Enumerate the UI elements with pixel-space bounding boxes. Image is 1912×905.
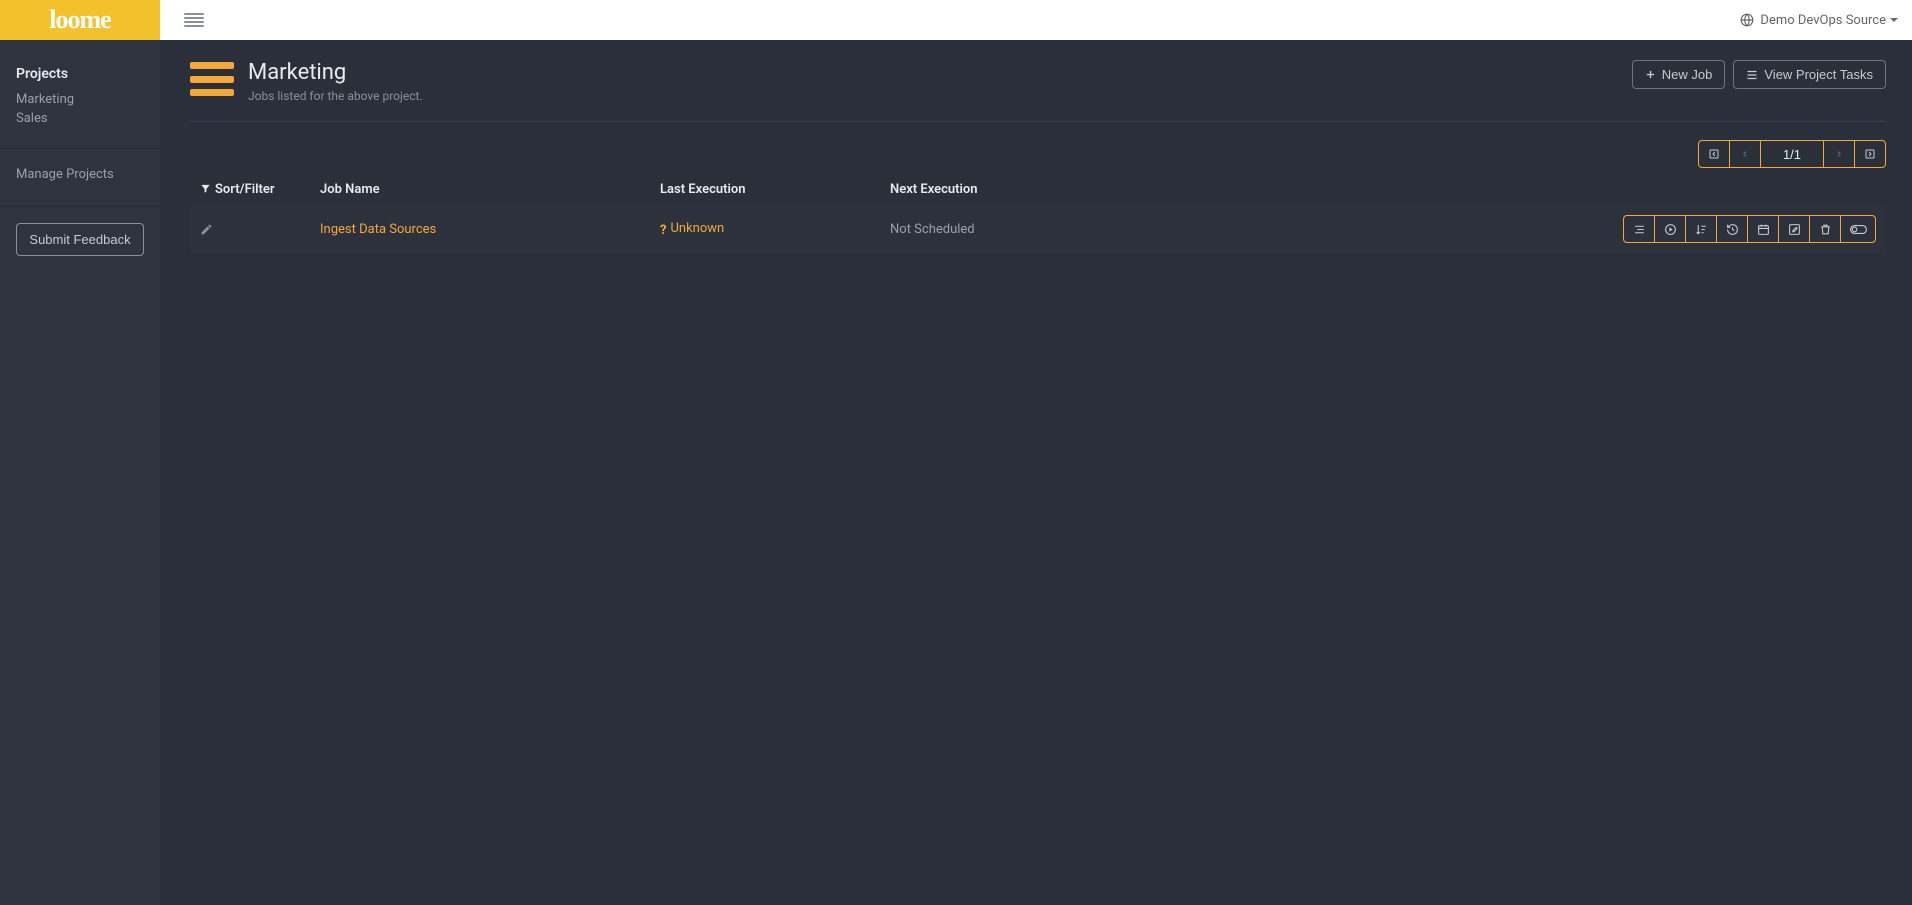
row-actions-cell — [1110, 205, 1886, 253]
history-icon — [1726, 223, 1739, 236]
page-header: Marketing Jobs listed for the above proj… — [190, 60, 1886, 122]
column-sort-filter[interactable]: Sort/Filter — [190, 174, 310, 205]
job-name-link[interactable]: Ingest Data Sources — [320, 222, 436, 237]
view-tasks-label: View Project Tasks — [1764, 67, 1873, 82]
calendar-icon — [1757, 223, 1770, 236]
topbar: loome Demo DevOps Source — [0, 0, 1912, 40]
sidebar-item-marketing[interactable]: Marketing — [0, 90, 160, 109]
edit-square-icon — [1788, 223, 1801, 236]
table-row: Ingest Data Sources ? Unknown Not Schedul… — [190, 205, 1886, 253]
pager-first-button[interactable] — [1698, 140, 1730, 168]
new-job-label: New Job — [1662, 67, 1713, 82]
pager-prev-button[interactable] — [1729, 140, 1761, 168]
toggle-icon — [1850, 223, 1867, 236]
row-actions — [1624, 215, 1876, 243]
view-project-tasks-button[interactable]: View Project Tasks — [1733, 60, 1886, 89]
brand-logo[interactable]: loome — [0, 0, 160, 40]
edit-button[interactable] — [1778, 215, 1810, 243]
tasks-icon — [1633, 223, 1646, 236]
sidebar-heading: Projects — [0, 66, 160, 90]
next-execution-cell: Not Scheduled — [880, 205, 1110, 253]
pager-page-display[interactable]: 1/1 — [1760, 140, 1824, 168]
project-bars-icon — [190, 62, 234, 96]
last-execution-value: Unknown — [670, 221, 724, 236]
question-icon: ? — [660, 223, 666, 238]
column-actions — [1110, 174, 1886, 205]
source-label: Demo DevOps Source — [1760, 13, 1886, 28]
page-subtitle: Jobs listed for the above project. — [248, 89, 423, 103]
schedule-button[interactable] — [1747, 215, 1779, 243]
play-circle-icon — [1664, 223, 1677, 236]
brand-name: loome — [49, 5, 110, 35]
last-page-icon — [1864, 148, 1876, 160]
job-name-cell: Ingest Data Sources — [310, 205, 650, 253]
sidebar-item-sales[interactable]: Sales — [0, 109, 160, 128]
pager: 1/1 — [1699, 140, 1886, 168]
header-actions: New Job View Project Tasks — [1632, 60, 1886, 89]
trash-icon — [1819, 223, 1832, 236]
sidebar-separator — [0, 148, 160, 149]
column-label: Sort/Filter — [215, 182, 275, 197]
caret-down-icon — [1890, 18, 1898, 22]
chevron-left-icon — [1740, 149, 1750, 159]
toggle-button[interactable] — [1840, 215, 1876, 243]
sidebar: Projects Marketing Sales Manage Projects… — [0, 40, 160, 905]
first-page-icon — [1708, 148, 1720, 160]
sidebar-manage-projects[interactable]: Manage Projects — [0, 163, 160, 192]
row-edit-cell — [190, 205, 310, 253]
pager-last-button[interactable] — [1854, 140, 1886, 168]
sequence-button[interactable] — [1685, 215, 1717, 243]
page-title: Marketing — [248, 60, 423, 85]
main-content: Marketing Jobs listed for the above proj… — [160, 40, 1912, 905]
column-last-execution[interactable]: Last Execution — [650, 174, 880, 205]
delete-button[interactable] — [1809, 215, 1841, 243]
edit-icon[interactable] — [200, 223, 300, 236]
jobs-table: Sort/Filter Job Name Last Execution Next… — [190, 174, 1886, 253]
pager-next-button[interactable] — [1823, 140, 1855, 168]
globe-icon — [1740, 13, 1754, 27]
sidebar-separator — [0, 206, 160, 207]
chevron-right-icon — [1834, 149, 1844, 159]
filter-icon — [200, 183, 211, 194]
new-job-button[interactable]: New Job — [1632, 60, 1726, 89]
hamburger-icon[interactable] — [184, 13, 204, 27]
table-header-row: Sort/Filter Job Name Last Execution Next… — [190, 174, 1886, 205]
plus-icon — [1645, 69, 1656, 80]
column-next-execution[interactable]: Next Execution — [880, 174, 1110, 205]
column-job-name[interactable]: Job Name — [310, 174, 650, 205]
source-dropdown[interactable]: Demo DevOps Source — [1740, 0, 1898, 40]
history-button[interactable] — [1716, 215, 1748, 243]
submit-feedback-button[interactable]: Submit Feedback — [16, 223, 144, 256]
list-icon — [1746, 69, 1758, 81]
last-execution-cell: ? Unknown — [650, 205, 880, 253]
sort-icon — [1695, 223, 1708, 236]
run-button[interactable] — [1654, 215, 1686, 243]
pager-row: 1/1 — [190, 140, 1886, 168]
tasks-button[interactable] — [1623, 215, 1655, 243]
page-titles: Marketing Jobs listed for the above proj… — [248, 60, 423, 103]
